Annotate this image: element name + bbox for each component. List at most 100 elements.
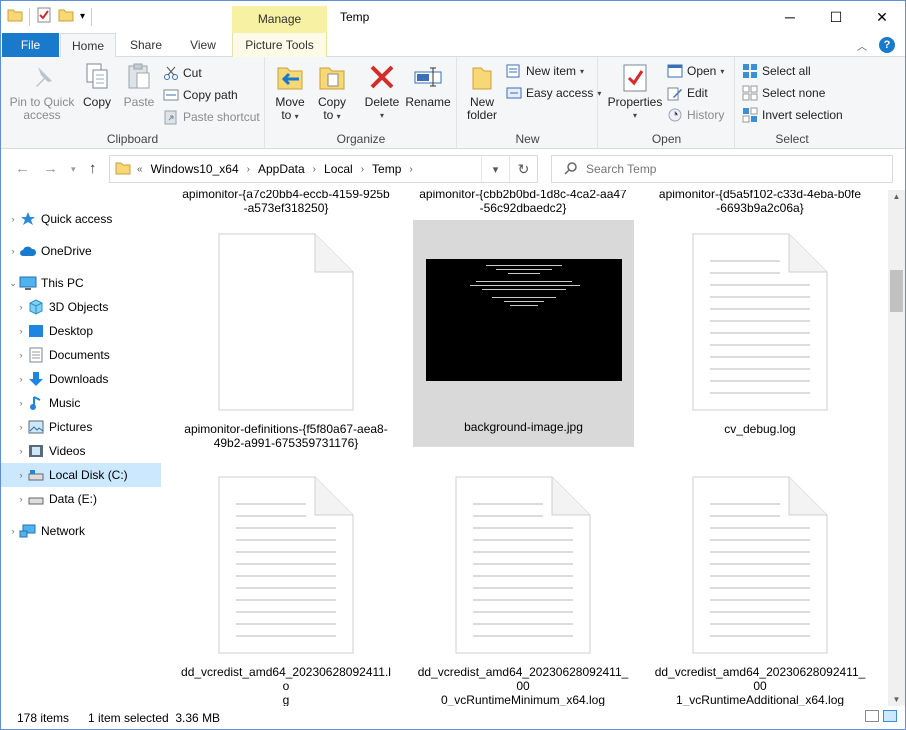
manage-context-tab[interactable]: Manage <box>232 6 327 33</box>
expand-arrow-icon[interactable]: › <box>15 398 27 408</box>
history-button[interactable]: History <box>667 105 724 125</box>
select-none-button[interactable]: Select none <box>742 83 825 103</box>
breadcrumb-temp[interactable]: Temp <box>372 162 401 176</box>
chevron-right-icon[interactable]: › <box>361 164 364 175</box>
pin-to-quick-access-button[interactable]: Pin to Quick access <box>7 61 77 122</box>
expand-arrow-icon[interactable]: › <box>15 302 27 312</box>
file-item[interactable]: apimonitor-definitions-{f5f80a67-aea8- 4… <box>176 222 396 462</box>
file-item[interactable]: apimonitor-{d5a5f102-c33d-4eba-b0fe -669… <box>650 190 870 215</box>
collapse-ribbon-icon[interactable]: ︿ <box>857 38 867 53</box>
tab-home[interactable]: Home <box>60 33 116 58</box>
up-arrow-icon[interactable]: ↑ <box>89 160 97 177</box>
file-item[interactable]: apimonitor-{cbb2b0bd-1d8c-4ca2-aa47 -56c… <box>413 190 633 215</box>
nav-local-disk-c[interactable]: › Local Disk (C:) <box>1 463 161 487</box>
new-folder-icon <box>466 61 498 93</box>
scroll-up-icon[interactable]: ▲ <box>888 192 905 201</box>
invert-selection-button[interactable]: Invert selection <box>742 105 843 125</box>
edit-icon <box>667 85 683 101</box>
tab-file[interactable]: File <box>2 33 59 57</box>
file-item-selected[interactable]: background-image.jpg <box>413 220 634 447</box>
help-icon[interactable]: ? <box>879 37 895 53</box>
expand-arrow-icon[interactable]: › <box>7 214 19 224</box>
copy-path-button[interactable]: Copy path <box>163 85 238 105</box>
minimize-button[interactable]: ─ <box>767 1 813 33</box>
open-button[interactable]: Open ▾ <box>667 61 724 81</box>
chevron-right-icon[interactable]: › <box>313 164 316 175</box>
select-all-button[interactable]: Select all <box>742 61 811 81</box>
back-arrow-icon[interactable]: ← <box>15 160 30 177</box>
new-folder-button[interactable]: New folder <box>462 61 502 122</box>
tab-share[interactable]: Share <box>121 33 171 57</box>
expand-arrow-icon[interactable]: › <box>15 350 27 360</box>
maximize-button[interactable]: ☐ <box>813 1 859 33</box>
expand-arrow-icon[interactable]: › <box>7 246 19 256</box>
expand-arrow-icon[interactable]: › <box>15 446 27 456</box>
large-icons-view-icon[interactable] <box>883 710 897 722</box>
rename-button[interactable]: Rename <box>405 61 451 109</box>
breadcrumb-windows10-x64[interactable]: Windows10_x64 <box>151 162 239 176</box>
expand-arrow-icon[interactable]: › <box>15 470 27 480</box>
new-folder-icon[interactable] <box>58 7 74 26</box>
nav-pictures[interactable]: › Pictures <box>1 415 161 439</box>
tab-view[interactable]: View <box>181 33 225 57</box>
open-icon <box>667 63 683 79</box>
search-box[interactable] <box>551 155 893 183</box>
computer-icon <box>19 275 37 291</box>
easy-access-button[interactable]: Easy access ▾ <box>506 83 601 103</box>
dropdown-arrow-icon: ▾ <box>294 112 299 121</box>
copy-to-button[interactable]: Copy to ▾ <box>314 61 350 123</box>
expand-arrow-icon[interactable]: › <box>15 326 27 336</box>
nav-documents[interactable]: › Documents <box>1 343 161 367</box>
collapse-arrow-icon[interactable]: ⌄ <box>7 278 19 289</box>
properties-button[interactable]: Properties ▾ <box>607 61 663 122</box>
expand-arrow-icon[interactable]: › <box>15 494 27 504</box>
chevron-right-icon[interactable]: › <box>247 164 250 175</box>
cut-button[interactable]: Cut <box>163 63 202 83</box>
details-view-icon[interactable] <box>865 710 879 722</box>
nav-downloads[interactable]: › Downloads <box>1 367 161 391</box>
expand-arrow-icon[interactable]: › <box>7 526 19 536</box>
nav-3d-objects[interactable]: › 3D Objects <box>1 295 161 319</box>
file-item[interactable]: apimonitor-{a7c20bb4-eccb-4159-925b -a57… <box>176 190 396 215</box>
edit-button[interactable]: Edit <box>667 83 708 103</box>
breadcrumb-appdata[interactable]: AppData <box>258 162 305 176</box>
nav-data-e[interactable]: › Data (E:) <box>1 487 161 511</box>
expand-arrow-icon[interactable]: › <box>15 374 27 384</box>
nav-this-pc[interactable]: ⌄ This PC <box>1 271 161 295</box>
search-input[interactable] <box>586 162 876 176</box>
tab-picture-tools[interactable]: Picture Tools <box>232 33 327 57</box>
film-icon <box>27 443 45 459</box>
breadcrumb-local[interactable]: Local <box>324 162 353 176</box>
nav-network[interactable]: › Network <box>1 519 161 543</box>
breadcrumb-overflow[interactable]: « <box>137 164 143 175</box>
chevron-right-icon[interactable]: › <box>409 164 412 175</box>
scrollbar-thumb[interactable] <box>890 270 903 312</box>
expand-arrow-icon[interactable]: › <box>15 422 27 432</box>
nav-desktop[interactable]: › Desktop <box>1 319 161 343</box>
file-item[interactable]: dd_vcredist_amd64_20230628092411.lo g <box>176 465 396 706</box>
nav-videos[interactable]: › Videos <box>1 439 161 463</box>
file-item[interactable]: cv_debug.log <box>650 222 870 462</box>
address-bar[interactable]: « Windows10_x64 › AppData › Local › Temp… <box>109 155 538 183</box>
file-item[interactable]: dd_vcredist_amd64_20230628092411_00 0_vc… <box>413 465 633 706</box>
folder-icon[interactable] <box>7 7 23 26</box>
file-item[interactable]: dd_vcredist_amd64_20230628092411_00 1_vc… <box>650 465 870 706</box>
paste-shortcut-button[interactable]: Paste shortcut <box>163 107 260 127</box>
customize-toolbar-icon[interactable]: ▾ <box>80 11 85 22</box>
paste-button[interactable]: Paste <box>119 61 159 109</box>
nav-onedrive[interactable]: › OneDrive <box>1 239 161 263</box>
copy-button[interactable]: Copy <box>79 61 115 109</box>
address-dropdown-icon[interactable]: ▾ <box>481 156 509 182</box>
close-button[interactable]: ✕ <box>859 1 905 33</box>
vertical-scrollbar[interactable]: ▲ ▼ <box>888 190 905 706</box>
nav-music[interactable]: › Music <box>1 391 161 415</box>
new-item-button[interactable]: New item ▾ <box>506 61 584 81</box>
move-to-button[interactable]: Move to ▾ <box>272 61 308 123</box>
nav-quick-access[interactable]: › Quick access <box>1 207 161 231</box>
properties-icon[interactable] <box>36 7 52 26</box>
recent-locations-icon[interactable]: ▾ <box>71 164 76 175</box>
forward-arrow-icon[interactable]: → <box>43 160 58 177</box>
refresh-icon[interactable]: ↻ <box>509 156 537 182</box>
scroll-down-icon[interactable]: ▼ <box>888 695 905 704</box>
delete-button[interactable]: Delete ▾ <box>362 61 402 122</box>
